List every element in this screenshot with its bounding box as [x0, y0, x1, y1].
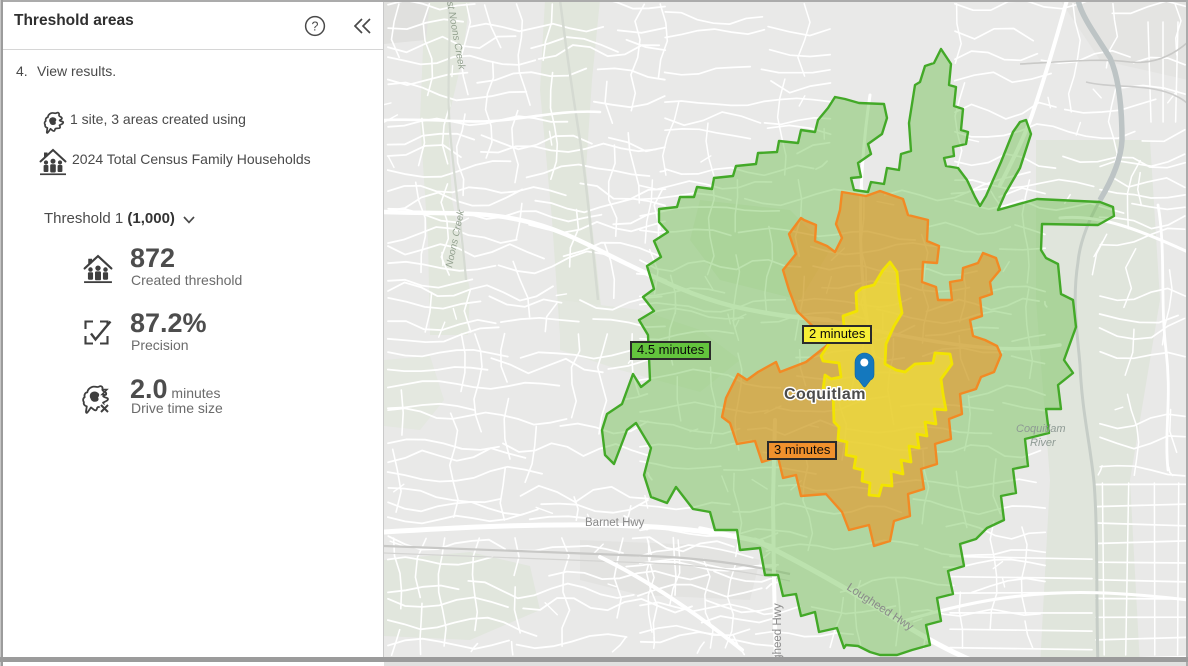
- svg-text:?: ?: [312, 19, 319, 33]
- svg-text:Coquitlam: Coquitlam: [784, 386, 866, 403]
- svg-text:Barnet Hwy: Barnet Hwy: [585, 517, 645, 529]
- svg-text:Coquitlam: Coquitlam: [1016, 423, 1066, 435]
- svg-text:River: River: [1030, 437, 1057, 449]
